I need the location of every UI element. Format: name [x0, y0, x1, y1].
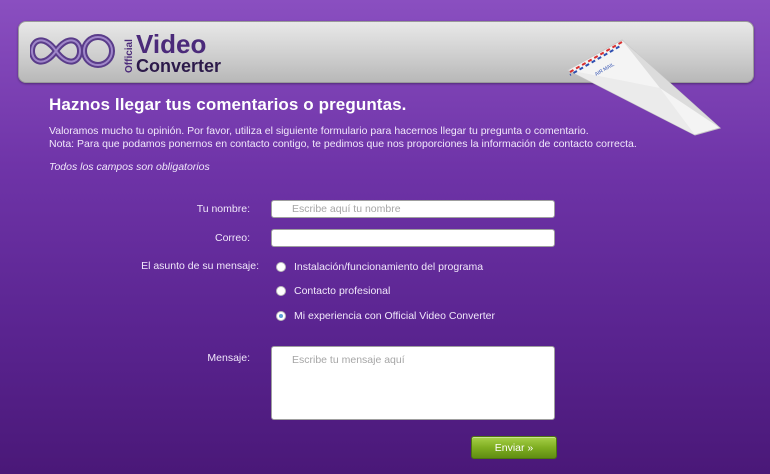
subject-option-experience[interactable]: Mi experiencia con Official Video Conver…: [276, 310, 495, 322]
logo-official-text: Official: [124, 39, 135, 73]
name-input[interactable]: [271, 200, 555, 218]
subject-option-professional[interactable]: Contacto profesional: [276, 285, 390, 297]
message-label: Mensaje:: [207, 352, 250, 364]
required-fields-note: Todos los campos son obligatorios: [49, 161, 210, 173]
infinity-icon: [30, 34, 115, 68]
radio-button-selected[interactable]: [276, 311, 286, 321]
email-input[interactable]: [271, 229, 555, 247]
name-label: Tu nombre:: [196, 203, 250, 215]
submit-button[interactable]: Enviar »: [471, 436, 557, 459]
subject-option-label: Contacto profesional: [294, 285, 391, 297]
logo-video-text: Video: [136, 29, 206, 59]
subject-option-label: Instalación/funcionamiento del programa: [294, 261, 484, 273]
intro-line-2: Nota: Para que podamos ponernos en conta…: [49, 138, 637, 150]
message-textarea[interactable]: [271, 346, 555, 420]
paper-plane-illustration: AIR MAIL: [566, 39, 722, 136]
logo-converter-text: Converter: [136, 56, 221, 76]
email-label: Correo:: [214, 232, 250, 244]
subject-option-label: Mi experiencia con Official Video Conver…: [294, 310, 495, 322]
official-video-converter-logo: Official Video Converter: [30, 29, 221, 76]
subject-option-installation[interactable]: Instalación/funcionamiento del programa: [276, 261, 483, 273]
radio-button[interactable]: [276, 262, 286, 272]
intro-text: Valoramos mucho tu opinión. Por favor, u…: [49, 125, 637, 151]
intro-line-1: Valoramos mucho tu opinión. Por favor, u…: [49, 125, 589, 137]
page-title: Haznos llegar tus comentarios o pregunta…: [49, 95, 407, 114]
subject-label: El asunto de su mensaje:: [141, 260, 259, 272]
radio-button[interactable]: [276, 286, 286, 296]
